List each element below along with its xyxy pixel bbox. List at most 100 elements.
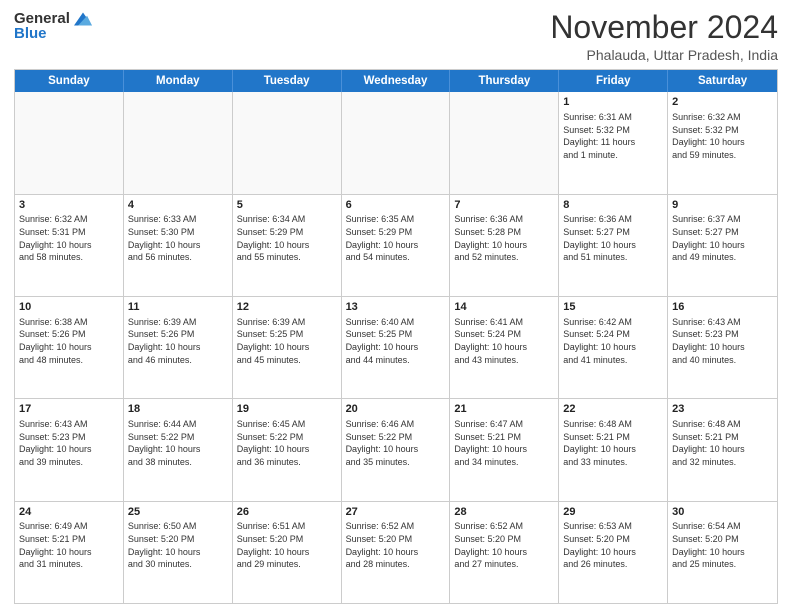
cell-info-text: Sunrise: 6:43 AM Sunset: 5:23 PM Dayligh… <box>19 418 119 468</box>
cell-info-text: Sunrise: 6:36 AM Sunset: 5:28 PM Dayligh… <box>454 213 554 263</box>
cell-info-text: Sunrise: 6:44 AM Sunset: 5:22 PM Dayligh… <box>128 418 228 468</box>
cell-info-text: Sunrise: 6:51 AM Sunset: 5:20 PM Dayligh… <box>237 520 337 570</box>
day-number-9: 9 <box>672 198 773 213</box>
table-row: 22Sunrise: 6:48 AM Sunset: 5:21 PM Dayli… <box>559 399 668 500</box>
cell-info-text: Sunrise: 6:32 AM Sunset: 5:32 PM Dayligh… <box>672 111 773 161</box>
cell-info-text: Sunrise: 6:36 AM Sunset: 5:27 PM Dayligh… <box>563 213 663 263</box>
calendar-row-1: 3Sunrise: 6:32 AM Sunset: 5:31 PM Daylig… <box>15 194 777 296</box>
table-row: 21Sunrise: 6:47 AM Sunset: 5:21 PM Dayli… <box>450 399 559 500</box>
day-number-13: 13 <box>346 300 446 315</box>
table-row: 4Sunrise: 6:33 AM Sunset: 5:30 PM Daylig… <box>124 195 233 296</box>
table-row <box>15 92 124 193</box>
day-number-19: 19 <box>237 402 337 417</box>
calendar-header: SundayMondayTuesdayWednesdayThursdayFrid… <box>15 70 777 92</box>
cell-info-text: Sunrise: 6:32 AM Sunset: 5:31 PM Dayligh… <box>19 213 119 263</box>
cell-info-text: Sunrise: 6:53 AM Sunset: 5:20 PM Dayligh… <box>563 520 663 570</box>
cell-info-text: Sunrise: 6:54 AM Sunset: 5:20 PM Dayligh… <box>672 520 773 570</box>
cell-info-text: Sunrise: 6:48 AM Sunset: 5:21 PM Dayligh… <box>563 418 663 468</box>
day-number-8: 8 <box>563 198 663 213</box>
day-number-27: 27 <box>346 505 446 520</box>
day-number-23: 23 <box>672 402 773 417</box>
logo-blue-text: Blue <box>14 25 47 42</box>
header-day-tuesday: Tuesday <box>233 70 342 92</box>
table-row: 19Sunrise: 6:45 AM Sunset: 5:22 PM Dayli… <box>233 399 342 500</box>
page: General Blue November 2024 Phalauda, Utt… <box>0 0 792 612</box>
table-row <box>124 92 233 193</box>
table-row: 17Sunrise: 6:43 AM Sunset: 5:23 PM Dayli… <box>15 399 124 500</box>
day-number-26: 26 <box>237 505 337 520</box>
table-row: 27Sunrise: 6:52 AM Sunset: 5:20 PM Dayli… <box>342 502 451 603</box>
table-row: 24Sunrise: 6:49 AM Sunset: 5:21 PM Dayli… <box>15 502 124 603</box>
cell-info-text: Sunrise: 6:49 AM Sunset: 5:21 PM Dayligh… <box>19 520 119 570</box>
table-row: 18Sunrise: 6:44 AM Sunset: 5:22 PM Dayli… <box>124 399 233 500</box>
table-row: 20Sunrise: 6:46 AM Sunset: 5:22 PM Dayli… <box>342 399 451 500</box>
table-row: 30Sunrise: 6:54 AM Sunset: 5:20 PM Dayli… <box>668 502 777 603</box>
header-day-monday: Monday <box>124 70 233 92</box>
location: Phalauda, Uttar Pradesh, India <box>550 47 778 63</box>
cell-info-text: Sunrise: 6:31 AM Sunset: 5:32 PM Dayligh… <box>563 111 663 161</box>
day-number-16: 16 <box>672 300 773 315</box>
day-number-2: 2 <box>672 95 773 110</box>
cell-info-text: Sunrise: 6:35 AM Sunset: 5:29 PM Dayligh… <box>346 213 446 263</box>
day-number-25: 25 <box>128 505 228 520</box>
cell-info-text: Sunrise: 6:52 AM Sunset: 5:20 PM Dayligh… <box>454 520 554 570</box>
table-row: 25Sunrise: 6:50 AM Sunset: 5:20 PM Dayli… <box>124 502 233 603</box>
table-row: 28Sunrise: 6:52 AM Sunset: 5:20 PM Dayli… <box>450 502 559 603</box>
table-row: 7Sunrise: 6:36 AM Sunset: 5:28 PM Daylig… <box>450 195 559 296</box>
cell-info-text: Sunrise: 6:48 AM Sunset: 5:21 PM Dayligh… <box>672 418 773 468</box>
day-number-22: 22 <box>563 402 663 417</box>
cell-info-text: Sunrise: 6:33 AM Sunset: 5:30 PM Dayligh… <box>128 213 228 263</box>
table-row: 10Sunrise: 6:38 AM Sunset: 5:26 PM Dayli… <box>15 297 124 398</box>
logo: General Blue <box>14 10 92 42</box>
day-number-10: 10 <box>19 300 119 315</box>
day-number-6: 6 <box>346 198 446 213</box>
table-row: 3Sunrise: 6:32 AM Sunset: 5:31 PM Daylig… <box>15 195 124 296</box>
table-row: 11Sunrise: 6:39 AM Sunset: 5:26 PM Dayli… <box>124 297 233 398</box>
table-row: 13Sunrise: 6:40 AM Sunset: 5:25 PM Dayli… <box>342 297 451 398</box>
day-number-30: 30 <box>672 505 773 520</box>
header: General Blue November 2024 Phalauda, Utt… <box>14 10 778 63</box>
title-block: November 2024 Phalauda, Uttar Pradesh, I… <box>550 10 778 63</box>
day-number-5: 5 <box>237 198 337 213</box>
table-row: 8Sunrise: 6:36 AM Sunset: 5:27 PM Daylig… <box>559 195 668 296</box>
calendar-row-4: 24Sunrise: 6:49 AM Sunset: 5:21 PM Dayli… <box>15 501 777 603</box>
cell-info-text: Sunrise: 6:50 AM Sunset: 5:20 PM Dayligh… <box>128 520 228 570</box>
month-title: November 2024 <box>550 10 778 45</box>
table-row: 29Sunrise: 6:53 AM Sunset: 5:20 PM Dayli… <box>559 502 668 603</box>
cell-info-text: Sunrise: 6:40 AM Sunset: 5:25 PM Dayligh… <box>346 316 446 366</box>
table-row: 16Sunrise: 6:43 AM Sunset: 5:23 PM Dayli… <box>668 297 777 398</box>
day-number-15: 15 <box>563 300 663 315</box>
table-row: 5Sunrise: 6:34 AM Sunset: 5:29 PM Daylig… <box>233 195 342 296</box>
cell-info-text: Sunrise: 6:38 AM Sunset: 5:26 PM Dayligh… <box>19 316 119 366</box>
cell-info-text: Sunrise: 6:34 AM Sunset: 5:29 PM Dayligh… <box>237 213 337 263</box>
calendar-row-0: 1Sunrise: 6:31 AM Sunset: 5:32 PM Daylig… <box>15 92 777 193</box>
table-row: 9Sunrise: 6:37 AM Sunset: 5:27 PM Daylig… <box>668 195 777 296</box>
day-number-20: 20 <box>346 402 446 417</box>
table-row <box>233 92 342 193</box>
calendar-body: 1Sunrise: 6:31 AM Sunset: 5:32 PM Daylig… <box>15 92 777 603</box>
cell-info-text: Sunrise: 6:47 AM Sunset: 5:21 PM Dayligh… <box>454 418 554 468</box>
cell-info-text: Sunrise: 6:52 AM Sunset: 5:20 PM Dayligh… <box>346 520 446 570</box>
calendar: SundayMondayTuesdayWednesdayThursdayFrid… <box>14 69 778 604</box>
cell-info-text: Sunrise: 6:45 AM Sunset: 5:22 PM Dayligh… <box>237 418 337 468</box>
table-row: 2Sunrise: 6:32 AM Sunset: 5:32 PM Daylig… <box>668 92 777 193</box>
day-number-4: 4 <box>128 198 228 213</box>
day-number-18: 18 <box>128 402 228 417</box>
table-row: 14Sunrise: 6:41 AM Sunset: 5:24 PM Dayli… <box>450 297 559 398</box>
day-number-17: 17 <box>19 402 119 417</box>
day-number-1: 1 <box>563 95 663 110</box>
table-row: 6Sunrise: 6:35 AM Sunset: 5:29 PM Daylig… <box>342 195 451 296</box>
cell-info-text: Sunrise: 6:42 AM Sunset: 5:24 PM Dayligh… <box>563 316 663 366</box>
day-number-3: 3 <box>19 198 119 213</box>
table-row: 15Sunrise: 6:42 AM Sunset: 5:24 PM Dayli… <box>559 297 668 398</box>
table-row: 23Sunrise: 6:48 AM Sunset: 5:21 PM Dayli… <box>668 399 777 500</box>
day-number-28: 28 <box>454 505 554 520</box>
header-day-wednesday: Wednesday <box>342 70 451 92</box>
header-day-friday: Friday <box>559 70 668 92</box>
day-number-24: 24 <box>19 505 119 520</box>
cell-info-text: Sunrise: 6:43 AM Sunset: 5:23 PM Dayligh… <box>672 316 773 366</box>
header-day-sunday: Sunday <box>15 70 124 92</box>
cell-info-text: Sunrise: 6:39 AM Sunset: 5:25 PM Dayligh… <box>237 316 337 366</box>
cell-info-text: Sunrise: 6:46 AM Sunset: 5:22 PM Dayligh… <box>346 418 446 468</box>
cell-info-text: Sunrise: 6:37 AM Sunset: 5:27 PM Dayligh… <box>672 213 773 263</box>
